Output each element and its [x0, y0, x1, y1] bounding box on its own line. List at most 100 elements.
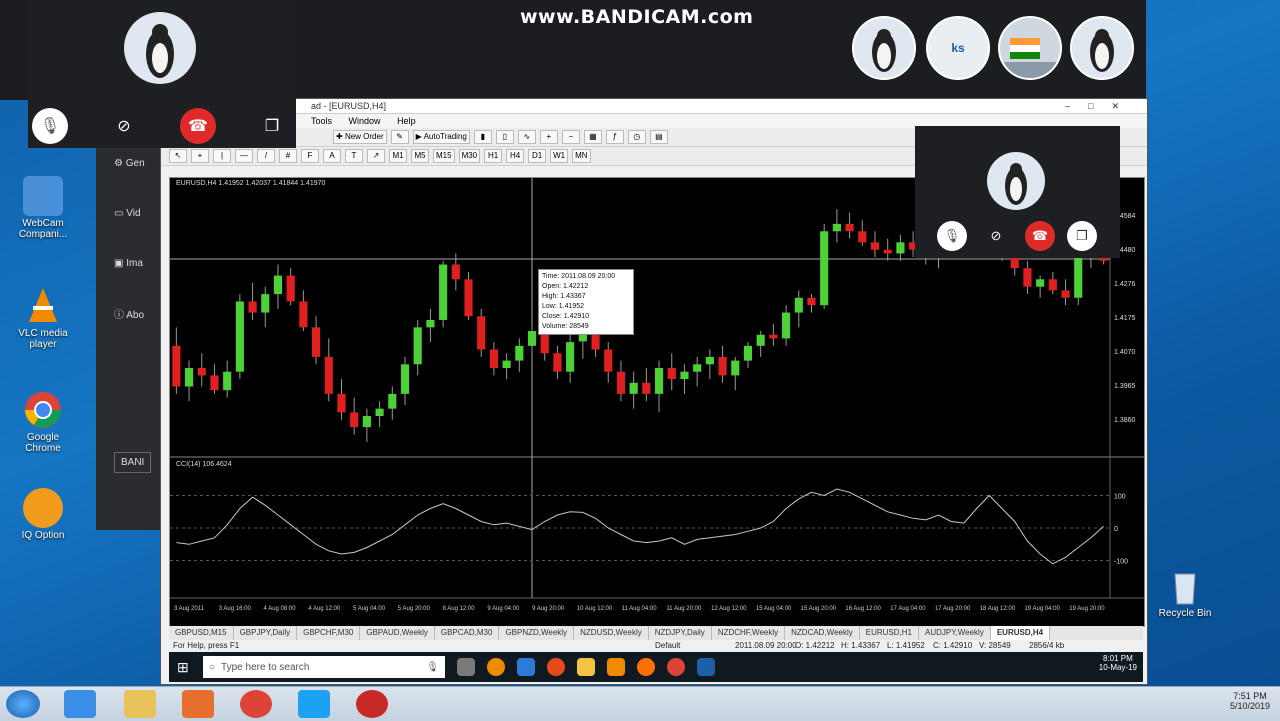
firefox-icon[interactable] [637, 658, 655, 676]
timeframe-m15[interactable]: M15 [433, 149, 455, 163]
vm-clock-time: 8:01 PM [1102, 654, 1133, 663]
sidebar-item-general[interactable]: ⚙ Gen [114, 158, 145, 169]
timeframe-m30[interactable]: M30 [458, 149, 481, 163]
menu-help[interactable]: Help [397, 116, 416, 126]
participant-avatar-4[interactable] [1070, 16, 1134, 80]
skype-taskbar-icon[interactable] [517, 658, 535, 676]
participant-avatar-ks[interactable]: ks [926, 16, 990, 80]
indicators-icon[interactable]: ƒ [605, 130, 624, 144]
participant-avatar-3[interactable] [998, 16, 1062, 80]
desktop-icon-webcam[interactable]: WebCam Compani... [8, 176, 78, 240]
templates-icon[interactable]: ▤ [649, 130, 668, 144]
candle-chart-icon[interactable]: ▯ [495, 130, 514, 144]
switch-window-button[interactable]: ❐ [1067, 221, 1097, 251]
mic-button[interactable]: 🎙 [937, 221, 967, 251]
mic-button[interactable]: 🎙 [32, 108, 68, 144]
chrome-icon[interactable] [240, 690, 272, 718]
vline-icon[interactable]: | [213, 149, 231, 163]
tooltip-volume: Volume: 28549 [542, 323, 589, 330]
timeframe-w1[interactable]: W1 [550, 149, 569, 163]
timeframe-m5[interactable]: M5 [411, 149, 429, 163]
zoom-in-icon[interactable]: + [539, 130, 558, 144]
switch-window-button[interactable]: ❐ [254, 108, 290, 144]
symbol-tab[interactable]: NZDCHF,Weekly [712, 626, 786, 640]
symbol-tab[interactable]: EURUSD,H1 [860, 626, 919, 640]
taskbar-search[interactable]: ○ Type here to search 🎙 [203, 656, 445, 678]
bandicam-icon[interactable] [356, 690, 388, 718]
window-controls[interactable]: –□✕ [1065, 99, 1137, 113]
call-overlay-main: 🎙 ⊘ ☎ ❐ [28, 0, 296, 148]
trendline-icon[interactable]: / [257, 149, 275, 163]
vlc-taskbar-icon[interactable] [607, 658, 625, 676]
system-clock[interactable]: 7:51 PM 5/10/2019 [1230, 691, 1270, 711]
channel-icon[interactable]: # [279, 149, 297, 163]
iqoption-taskbar-icon[interactable] [487, 658, 505, 676]
fibo-icon[interactable]: F [301, 149, 319, 163]
menu-window[interactable]: Window [349, 116, 381, 126]
symbol-tab[interactable]: GBPAUD,Weekly [360, 626, 435, 640]
crosshair-icon[interactable]: + [191, 149, 209, 163]
timeframe-m1[interactable]: M1 [389, 149, 407, 163]
symbol-tab[interactable]: EURUSD,H4 [990, 626, 1051, 640]
file-explorer-icon[interactable] [577, 658, 595, 676]
symbol-tab[interactable]: GBPNZD,Weekly [499, 626, 575, 640]
bandicam-button[interactable]: BANI [114, 452, 152, 473]
mt4-taskbar-icon[interactable] [697, 658, 715, 676]
time-axis-label: 9 Aug 20:00 [532, 606, 565, 612]
metaeditor-icon[interactable]: ✎ [390, 130, 409, 144]
new-order-button[interactable]: ✚ New Order [333, 130, 387, 144]
camera-off-button[interactable]: ⊘ [106, 108, 142, 144]
end-call-button[interactable]: ☎ [180, 108, 216, 144]
windows-start-icon[interactable]: ⊞ [177, 659, 189, 676]
bar-chart-icon[interactable]: ▮ [473, 130, 492, 144]
menu-tools[interactable]: Tools [311, 116, 332, 126]
text-icon[interactable]: A [323, 149, 341, 163]
symbol-tab[interactable]: GBPUSD,M15 [169, 626, 234, 640]
symbol-tab[interactable]: GBPCHF,M30 [297, 626, 361, 640]
timeframe-h4[interactable]: H4 [506, 149, 525, 163]
tile-icon[interactable]: ▦ [583, 130, 602, 144]
candle-body [299, 301, 308, 328]
ie-icon[interactable] [64, 690, 96, 718]
task-view-icon[interactable] [457, 658, 475, 676]
status-open: O: 1.42212 [795, 641, 835, 650]
end-call-button[interactable]: ☎ [1025, 221, 1055, 251]
chrome-taskbar-icon[interactable] [667, 658, 685, 676]
timeframe-h1[interactable]: H1 [484, 149, 503, 163]
zoom-out-icon[interactable]: − [561, 130, 580, 144]
explorer-icon[interactable] [124, 690, 156, 718]
symbol-tab[interactable]: NZDUSD,Weekly [574, 626, 649, 640]
media-player-icon[interactable] [182, 690, 214, 718]
autotrading-button[interactable]: ▶ AutoTrading [412, 130, 470, 144]
symbol-tab[interactable]: AUDJPY,Weekly [919, 626, 991, 640]
cursor-icon[interactable]: ↖ [169, 149, 187, 163]
sidebar-item-image[interactable]: ▣ Ima [114, 258, 143, 269]
mic-icon[interactable]: 🎙 [426, 662, 439, 673]
hline-icon[interactable]: — [235, 149, 253, 163]
timeframe-mn[interactable]: MN [572, 149, 591, 163]
period-icon[interactable]: ◷ [627, 130, 646, 144]
sidebar-item-about[interactable]: ⓘ Abo [114, 306, 144, 321]
label-icon[interactable]: T [345, 149, 363, 163]
sidebar-item-video[interactable]: ▭ Vid [114, 208, 141, 219]
line-chart-icon[interactable]: ∿ [517, 130, 536, 144]
desktop-icon-recycle-bin[interactable]: Recycle Bin [1150, 566, 1220, 619]
symbol-tab[interactable]: NZDCAD,Weekly [785, 626, 860, 640]
desktop-icon-chrome[interactable]: Google Chrome [8, 390, 78, 454]
candle-body [439, 264, 448, 320]
start-orb-icon[interactable] [6, 690, 40, 718]
arrows-icon[interactable]: ↗ [367, 149, 385, 163]
app-taskbar-icon[interactable] [547, 658, 565, 676]
symbol-tab[interactable]: GBPCAD,M30 [435, 626, 500, 640]
participant-avatar-1[interactable] [852, 16, 916, 80]
camera-off-button[interactable]: ⊘ [981, 221, 1011, 251]
skype-icon[interactable] [298, 690, 330, 718]
candle-body [1074, 257, 1083, 298]
hangup-icon: ☎ [1031, 228, 1049, 243]
candle-body [248, 301, 257, 313]
symbol-tab[interactable]: NZDJPY,Daily [649, 626, 712, 640]
symbol-tab[interactable]: GBPJPY,Daily [234, 626, 298, 640]
desktop-icon-vlc[interactable]: VLC media player [8, 286, 78, 350]
timeframe-d1[interactable]: D1 [528, 149, 547, 163]
desktop-icon-iqoption[interactable]: IQ Option [8, 488, 78, 541]
